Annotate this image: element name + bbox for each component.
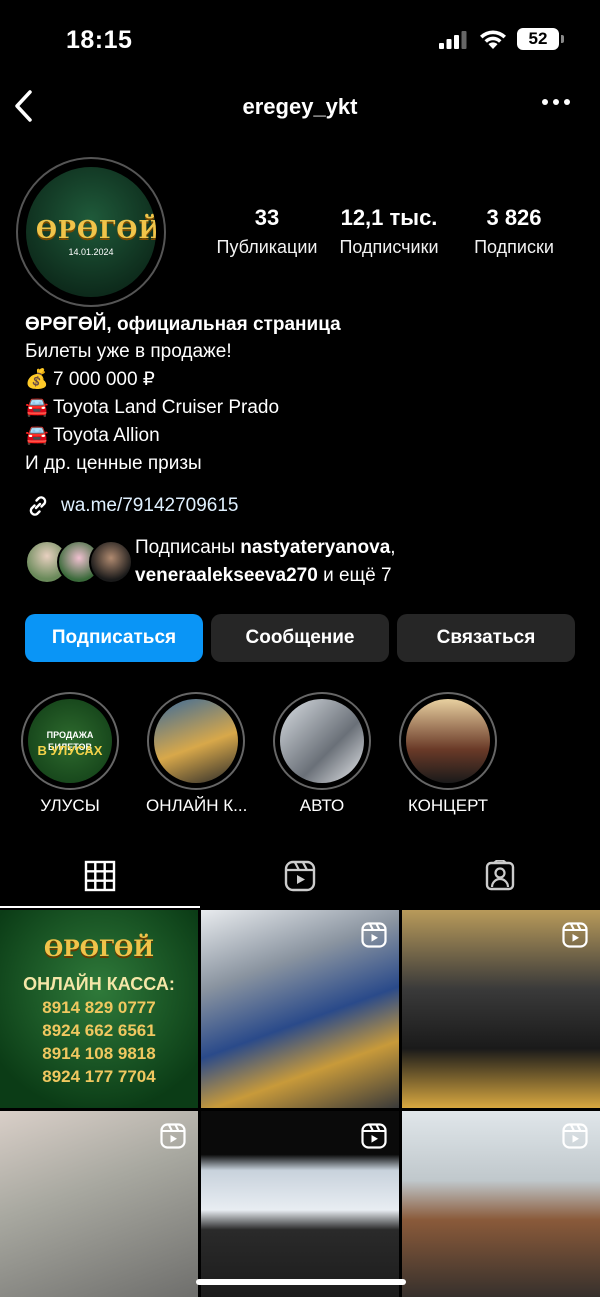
avatar-date: 14.01.2024 (68, 247, 114, 257)
contact-button[interactable]: Связаться (397, 614, 575, 662)
stat-value: 3 826 (486, 205, 542, 230)
reels-icon (562, 922, 588, 948)
post-thumbnail[interactable] (0, 1111, 198, 1297)
stat-label: Подписчики (339, 237, 439, 257)
bio-line: 🚘 Toyota Land Cruiser Prado (25, 394, 575, 422)
profile-name: ӨРӨГӨЙ, официальная страница (25, 314, 341, 335)
profile-header: eregey_ykt (0, 80, 600, 136)
followed-by[interactable]: Подписаны nastyateryanova, veneraaleksee… (25, 534, 585, 590)
post-thumbnail[interactable] (402, 910, 600, 1108)
highlight-ulusy[interactable]: ПРОДАЖА БИЛЕТОВ В УЛУСАХ УЛУСЫ (20, 692, 120, 816)
post-title: ОНЛАЙН КАССА: (23, 974, 175, 994)
post-phone: 8924 662 6561 (42, 1021, 156, 1040)
bio-text: Toyota Allion (53, 425, 160, 446)
message-button[interactable]: Сообщение (211, 614, 389, 662)
bio-text: 7 000 000 ₽ (53, 369, 155, 390)
bio-line: Билеты уже в продаже! (25, 338, 575, 366)
profile-stats: 33 Публикации 12,1 тыс. Подписчики 3 826… (205, 205, 580, 265)
highlight-label: ОНЛАЙН К... (146, 796, 248, 815)
bio-line: И др. ценные призы (25, 450, 575, 478)
highlight-label: УЛУСЫ (40, 796, 100, 815)
stat-followers[interactable]: 12,1 тыс. Подписчики (333, 205, 445, 258)
reels-icon (562, 1123, 588, 1149)
stat-following[interactable]: 3 826 Подписки (457, 205, 571, 258)
status-time: 18:15 (66, 26, 133, 54)
profile-bio: ӨРӨГӨЙ, официальная страница Билеты уже … (25, 312, 575, 478)
highlight-auto[interactable]: АВТО (272, 692, 372, 816)
cellular-signal-icon (439, 31, 467, 49)
highlight-cover: ПРОДАЖА БИЛЕТОВ В УЛУСАХ (28, 699, 112, 783)
stat-posts[interactable]: 33 Публикации (211, 205, 323, 258)
highlight-cover (154, 699, 238, 783)
car-icon: 🚘 (25, 397, 49, 418)
tab-posts[interactable] (0, 848, 200, 908)
follower-avatars (25, 540, 135, 584)
bio-text: Toyota Land Cruiser Prado (53, 397, 280, 418)
more-icon[interactable] (540, 92, 572, 112)
reels-icon (361, 922, 387, 948)
profile-link[interactable]: wa.me/79142709615 (25, 492, 238, 520)
tab-tagged[interactable] (400, 848, 600, 908)
reels-icon (361, 1123, 387, 1149)
stat-label: Публикации (216, 237, 318, 257)
post-phone: 8914 829 0777 (42, 998, 156, 1017)
highlight-cover-text: В УЛУСАХ (37, 743, 103, 758)
bio-text: И др. ценные призы (25, 453, 202, 474)
money-bag-icon: 💰 (25, 369, 49, 390)
highlight-ring (399, 692, 497, 790)
stat-value: 12,1 тыс. (340, 205, 438, 230)
highlight-label: КОНЦЕРТ (407, 796, 489, 815)
status-bar: 18:15 52 (0, 0, 600, 80)
avatar[interactable]: ӨРӨГӨЙ 14.01.2024 (26, 167, 156, 297)
highlight-ring (273, 692, 371, 790)
highlight-online[interactable]: ОНЛАЙН К... (146, 692, 248, 816)
bio-line: 💰 7 000 000 ₽ (25, 366, 575, 394)
follower-username[interactable]: nastyateryanova (240, 537, 390, 558)
battery-indicator: 52 (517, 28, 564, 50)
stat-value: 33 (254, 205, 280, 230)
car-icon: 🚘 (25, 425, 49, 446)
profile-actions: Подписаться Сообщение Связаться (25, 614, 575, 662)
highlight-ring: ПРОДАЖА БИЛЕТОВ В УЛУСАХ (21, 692, 119, 790)
post-logo: ӨРӨГӨЙ (43, 936, 154, 962)
highlight-label: АВТО (299, 796, 345, 815)
highlight-concert[interactable]: КОНЦЕРТ (398, 692, 498, 816)
reels-icon (284, 860, 316, 892)
followed-by-text: Подписаны nastyateryanova, veneraaleksee… (135, 534, 396, 590)
follow-button[interactable]: Подписаться (25, 614, 203, 662)
post-phone: 8914 108 9818 (42, 1044, 156, 1063)
post-thumbnail[interactable] (201, 1111, 399, 1297)
post-thumbnail[interactable] (201, 910, 399, 1108)
link-icon (29, 496, 47, 516)
follower-avatar (89, 540, 133, 584)
tab-reels[interactable] (200, 848, 400, 908)
highlight-ring (147, 692, 245, 790)
reels-icon (160, 1123, 186, 1149)
bio-line: 🚘 Toyota Allion (25, 422, 575, 450)
bio-text: Билеты уже в продаже! (25, 341, 232, 362)
avatar-logo: ӨРӨГӨЙ (36, 215, 156, 244)
posts-grid: ӨРӨГӨЙ ОНЛАЙН КАССА: 8914 829 0777 8924 … (0, 910, 600, 1297)
followed-sep: , (390, 537, 396, 558)
highlight-cover (280, 699, 364, 783)
home-indicator[interactable] (196, 1279, 406, 1285)
link-text[interactable]: wa.me/79142709615 (61, 495, 238, 517)
followed-suffix: и ещё 7 (317, 565, 392, 586)
highlight-cover (406, 699, 490, 783)
followed-prefix: Подписаны (135, 537, 241, 558)
profile-tabs (0, 848, 600, 908)
username-title: eregey_ykt (242, 94, 358, 119)
post-thumbnail[interactable] (402, 1111, 600, 1297)
follower-username[interactable]: veneraalekseeva270 (135, 565, 318, 586)
grid-icon (84, 860, 116, 892)
stat-label: Подписки (474, 237, 554, 257)
tagged-icon (485, 860, 515, 891)
post-phone: 8924 177 7704 (42, 1067, 156, 1086)
post-thumbnail[interactable]: ӨРӨГӨЙ ОНЛАЙН КАССА: 8914 829 0777 8924 … (0, 910, 198, 1108)
wifi-icon (480, 30, 506, 49)
